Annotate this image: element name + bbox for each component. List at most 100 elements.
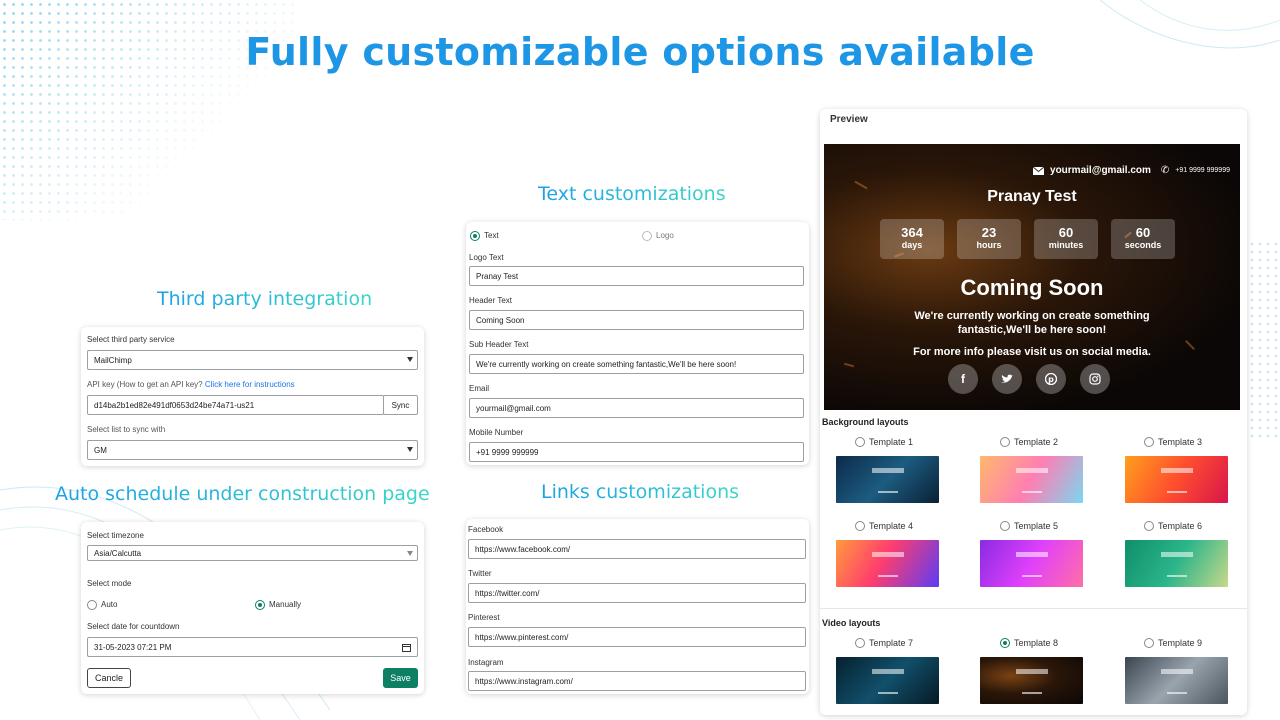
preview-hero: yourmail@gmail.com ✆ +91 9999 999999 Pra… (824, 144, 1240, 410)
template-6-thumbnail[interactable] (1125, 540, 1228, 587)
twitter-label: Twitter (468, 569, 492, 578)
radio-icon (1000, 436, 1010, 447)
template-label: Template 9 (1158, 637, 1203, 648)
api-key-value: d14ba2b1ed82e491df0653d24be74a71-us21 (94, 400, 255, 410)
radio-icon (855, 436, 865, 447)
save-button[interactable]: Save (383, 668, 418, 688)
option-text-label: Text (484, 231, 499, 241)
twitter-value: https://twitter.com/ (475, 588, 540, 598)
spark-decoration (843, 362, 855, 368)
countdown-unit: seconds (1124, 240, 1162, 250)
twitter-input[interactable]: https://twitter.com/ (468, 583, 806, 603)
preview-sub-header: We're currently working on create someth… (914, 310, 1150, 336)
twitter-icon[interactable] (992, 364, 1022, 394)
template-7-thumbnail[interactable] (836, 657, 939, 704)
template-9-thumbnail[interactable] (1125, 657, 1228, 704)
instagram-shape (1089, 373, 1101, 385)
thumb-countdown (1016, 669, 1048, 674)
api-key-instructions-link[interactable]: Click here for instructions (205, 380, 295, 389)
section-title-auto-schedule: Auto schedule under construction page (55, 483, 430, 505)
countdown-unit: hours (976, 240, 1002, 250)
thumb-countdown (872, 552, 904, 557)
mode-auto-radio[interactable]: Auto (87, 596, 117, 614)
mode-auto-label: Auto (101, 600, 118, 610)
template-4-radio[interactable]: Template 4 (855, 520, 913, 531)
timezone-label: Select timezone (87, 531, 144, 540)
template-label: Template 2 (1014, 436, 1059, 447)
chevron-down-icon (407, 551, 413, 556)
countdown-number: 364 (901, 225, 923, 240)
radio-icon (87, 599, 97, 610)
thumb-social (878, 692, 898, 694)
preview-more-info: For more info please visit us on social … (913, 346, 1151, 358)
mobile-label: Mobile Number (469, 428, 524, 437)
preview-title: Preview (830, 114, 868, 125)
template-label: Template 4 (869, 520, 914, 531)
template-9-radio[interactable]: Template 9 (1144, 637, 1202, 648)
radio-selected-icon (1000, 637, 1010, 648)
template-label: Template 8 (1014, 637, 1059, 648)
third-party-card: Select third party service MailChimp API… (81, 327, 424, 466)
phone-icon: ✆ (1160, 165, 1170, 176)
option-logo-label: Logo (656, 231, 674, 241)
date-input[interactable]: 31-05-2023 07:21 PM (87, 637, 418, 657)
template-8-radio[interactable]: Template 8 (1000, 637, 1058, 648)
api-key-input[interactable]: d14ba2b1ed82e491df0653d24be74a71-us21 (87, 395, 384, 415)
sub-header-input[interactable]: We're currently working on create someth… (469, 354, 804, 374)
countdown-number: 60 (1135, 225, 1151, 240)
list-select[interactable]: GM (87, 440, 418, 460)
timezone-select[interactable]: Asia/Calcutta (87, 545, 418, 561)
option-logo-radio[interactable]: Logo (642, 227, 674, 245)
pinterest-icon[interactable]: p (1036, 364, 1066, 394)
template-8-thumbnail[interactable] (980, 657, 1083, 704)
email-input[interactable]: yourmail@gmail.com (469, 398, 804, 418)
sync-button[interactable]: Sync (383, 395, 418, 415)
mobile-input[interactable]: +91 9999 999999 (469, 442, 804, 462)
mode-manual-radio[interactable]: Manually (255, 596, 301, 614)
preview-email: yourmail@gmail.com (1050, 165, 1151, 176)
facebook-label: Facebook (468, 525, 504, 534)
service-label: Select third party service (87, 335, 175, 344)
thumb-social (1167, 692, 1187, 694)
thumb-countdown (1016, 552, 1048, 557)
template-1-radio[interactable]: Template 1 (855, 436, 913, 447)
template-label: Template 3 (1158, 436, 1203, 447)
facebook-icon[interactable]: f (948, 364, 978, 394)
pinterest-input[interactable]: https://www.pinterest.com/ (468, 627, 806, 647)
section-title-text-customizations: Text customizations (538, 183, 726, 205)
text-customizations-card: Text Logo Logo Text Pranay Test Header T… (466, 222, 809, 465)
service-select[interactable]: MailChimp (87, 350, 418, 370)
template-2-thumbnail[interactable] (980, 456, 1083, 503)
api-key-label-text: API key (How to get an API key? (87, 380, 203, 389)
radio-icon (1144, 637, 1154, 648)
email-label: Email (469, 384, 490, 393)
template-7-radio[interactable]: Template 7 (855, 637, 913, 648)
email-value: yourmail@gmail.com (476, 403, 551, 413)
template-3-thumbnail[interactable] (1125, 456, 1228, 503)
links-customizations-card: Facebook https://www.facebook.com/ Twitt… (466, 519, 809, 694)
instagram-input[interactable]: https://www.instagram.com/ (468, 671, 806, 691)
mobile-value: +91 9999 999999 (476, 447, 539, 457)
option-text-radio[interactable]: Text (470, 227, 499, 245)
preview-card: Preview yourmail@gmail.com ✆ +91 9999 99… (820, 109, 1247, 715)
thumb-countdown (1016, 468, 1048, 473)
template-5-thumbnail[interactable] (980, 540, 1083, 587)
template-3-radio[interactable]: Template 3 (1144, 436, 1202, 447)
logo-text-input[interactable]: Pranay Test (469, 266, 804, 286)
preview-phone: +91 9999 999999 (1175, 167, 1230, 174)
sub-header-label: Sub Header Text (469, 340, 529, 349)
template-5-radio[interactable]: Template 5 (1000, 520, 1058, 531)
header-text-input[interactable]: Coming Soon (469, 310, 804, 330)
facebook-input[interactable]: https://www.facebook.com/ (468, 539, 806, 559)
template-1-thumbnail[interactable] (836, 456, 939, 503)
radio-icon (1144, 436, 1154, 447)
instagram-icon[interactable] (1080, 364, 1110, 394)
template-2-radio[interactable]: Template 2 (1000, 436, 1058, 447)
template-6-radio[interactable]: Template 6 (1144, 520, 1202, 531)
thumb-social (1022, 692, 1042, 694)
cancel-button[interactable]: Cancle (87, 668, 131, 688)
date-value: 31-05-2023 07:21 PM (94, 642, 172, 652)
cancel-button-label: Cancle (94, 673, 123, 683)
template-4-thumbnail[interactable] (836, 540, 939, 587)
radio-icon (1000, 520, 1010, 531)
